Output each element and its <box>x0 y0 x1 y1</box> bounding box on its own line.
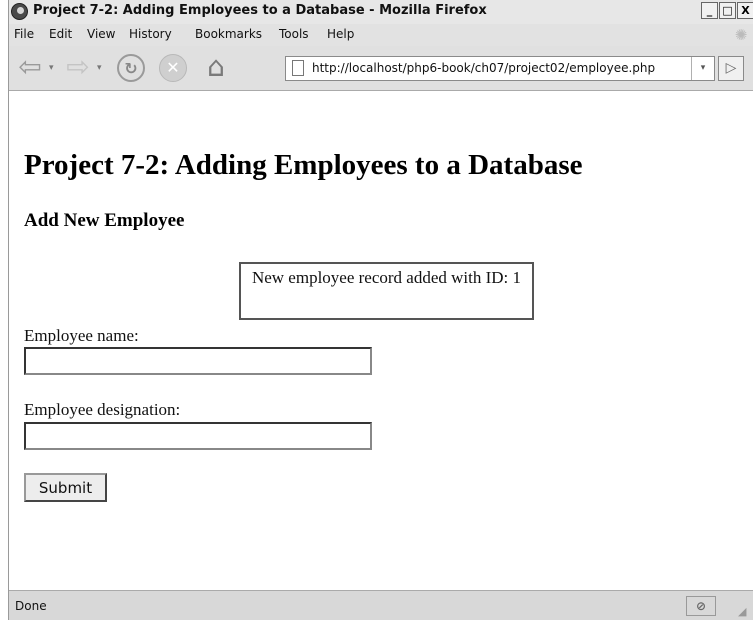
status-text: Done <box>15 599 47 613</box>
page-content: Project 7-2: Adding Employees to a Datab… <box>9 91 753 590</box>
submit-button[interactable]: Submit <box>24 473 107 502</box>
menu-tools[interactable]: Tools <box>279 27 309 41</box>
go-arrow-icon[interactable]: ▷ <box>718 56 744 81</box>
navigation-toolbar: ⇦ ▾ ⇨ ▾ ↻ ✕ ⌂ ▾ ▷ <box>9 46 753 91</box>
employee-designation-label: Employee designation: <box>24 400 181 419</box>
home-icon[interactable]: ⌂ <box>199 52 233 82</box>
menu-edit[interactable]: Edit <box>49 27 72 41</box>
resize-grip-icon[interactable]: ◢ <box>738 605 752 619</box>
success-message: New employee record added with ID: 1 <box>239 262 534 320</box>
maximize-button[interactable]: □ <box>719 2 736 19</box>
menu-view[interactable]: View <box>87 27 115 41</box>
reload-icon[interactable]: ↻ <box>117 54 145 82</box>
back-arrow-icon[interactable]: ⇦ <box>15 52 45 82</box>
url-bar[interactable]: ▾ <box>285 56 715 81</box>
window-controls: _ □ X <box>701 2 753 19</box>
forward-arrow-icon[interactable]: ⇨ <box>63 52 93 82</box>
security-status-icon: ⊘ <box>686 596 716 616</box>
employee-name-label: Employee name: <box>24 326 139 345</box>
window-title: Project 7-2: Adding Employees to a Datab… <box>33 3 487 18</box>
throbber-icon: ✺ <box>734 26 748 44</box>
page-icon <box>292 60 304 76</box>
back-history-dropdown[interactable]: ▾ <box>49 63 54 73</box>
browser-window: Project 7-2: Adding Employees to a Datab… <box>8 0 753 620</box>
firefox-icon <box>11 3 28 20</box>
menu-file[interactable]: File <box>14 27 34 41</box>
status-bar: Done ⊘ ◢ <box>9 590 753 620</box>
title-bar[interactable]: Project 7-2: Adding Employees to a Datab… <box>9 0 753 25</box>
menu-help[interactable]: Help <box>327 27 354 41</box>
menu-bookmarks[interactable]: Bookmarks <box>195 27 262 41</box>
stop-icon[interactable]: ✕ <box>159 54 187 82</box>
minimize-button[interactable]: _ <box>701 2 718 19</box>
form-heading: Add New Employee <box>24 210 185 231</box>
url-dropdown-button[interactable]: ▾ <box>691 57 714 80</box>
menu-bar: File Edit View History Bookmarks Tools H… <box>9 24 753 46</box>
employee-designation-input[interactable] <box>24 422 372 450</box>
forward-history-dropdown[interactable]: ▾ <box>97 63 102 73</box>
close-button[interactable]: X <box>737 2 753 19</box>
employee-name-input[interactable] <box>24 347 372 375</box>
menu-history[interactable]: History <box>129 27 172 41</box>
url-input[interactable] <box>312 58 672 78</box>
page-heading: Project 7-2: Adding Employees to a Datab… <box>24 149 583 181</box>
